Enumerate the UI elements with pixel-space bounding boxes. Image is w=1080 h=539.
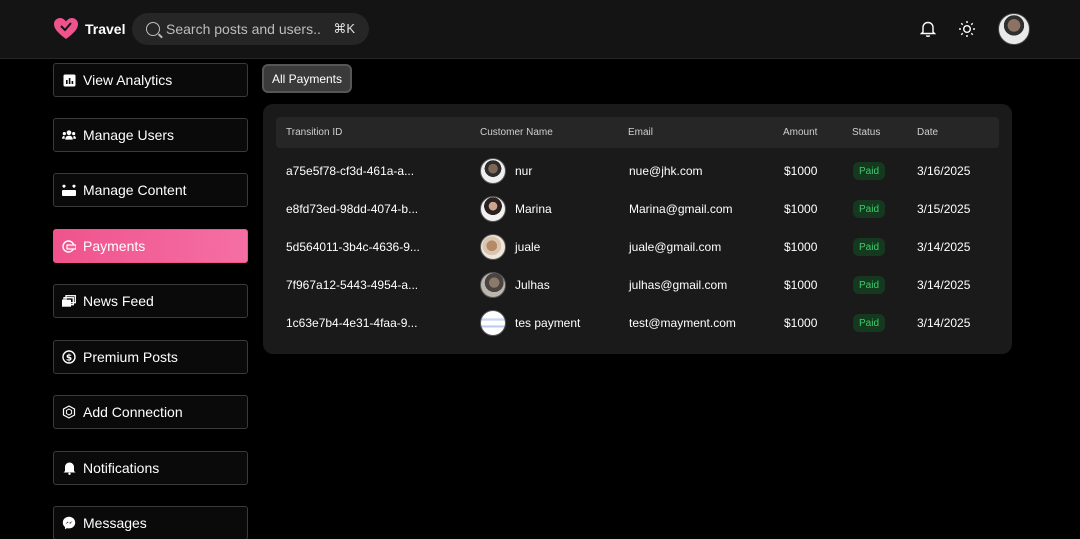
payment-date: 3/14/2025 bbox=[917, 240, 971, 254]
payment-date: 3/15/2025 bbox=[917, 202, 971, 216]
svg-text:$: $ bbox=[66, 353, 72, 363]
sidebar-item-view-analytics[interactable]: View Analytics bbox=[53, 63, 248, 97]
users-icon bbox=[62, 128, 76, 142]
customer-name: Marina bbox=[515, 202, 552, 216]
heart-logo-icon bbox=[54, 18, 78, 39]
payment-date: 3/14/2025 bbox=[917, 278, 971, 292]
column-header: Amount bbox=[783, 127, 818, 138]
customer-avatar bbox=[480, 272, 506, 298]
brand-logo[interactable]: Travel bbox=[53, 17, 125, 41]
amount: $1000 bbox=[784, 240, 818, 254]
payment-date: 3/16/2025 bbox=[917, 164, 971, 178]
column-header: Date bbox=[917, 127, 939, 138]
sidebar-item-notifications[interactable]: Notifications bbox=[53, 451, 248, 485]
status-badge: Paid bbox=[853, 162, 885, 180]
dollar-icon: $ bbox=[62, 350, 76, 364]
customer-avatar bbox=[480, 158, 506, 184]
sidebar-item-label: Manage Content bbox=[83, 182, 187, 198]
sidebar-item-label: News Feed bbox=[83, 293, 154, 309]
customer-name: Julhas bbox=[515, 278, 550, 292]
status-badge: Paid bbox=[853, 276, 885, 294]
search-bar[interactable]: ⌘K bbox=[132, 13, 369, 45]
transaction-id: 5d564011-3b4c-4636-9... bbox=[286, 240, 420, 254]
payments-table: Transition ID Customer Name Email Amount… bbox=[263, 104, 1012, 354]
sidebar-item-label: Payments bbox=[83, 238, 146, 254]
sidebar-item-add-connection[interactable]: Add Connection bbox=[53, 395, 248, 429]
amount: $1000 bbox=[784, 316, 818, 330]
table-row[interactable]: a75e5f78-cf3d-461a-a... nur nue@jhk.com … bbox=[263, 152, 1012, 190]
sun-icon[interactable] bbox=[958, 20, 976, 38]
column-header: Email bbox=[628, 127, 654, 138]
sidebar-item-payments[interactable]: Payments bbox=[53, 229, 248, 263]
sidebar-item-label: Premium Posts bbox=[83, 349, 178, 365]
sidebar-item-premium-posts[interactable]: $ Premium Posts bbox=[53, 340, 248, 374]
customer-email: nue@jhk.com bbox=[629, 164, 703, 178]
search-icon bbox=[146, 22, 160, 36]
customer-name: tes payment bbox=[515, 316, 581, 330]
amount: $1000 bbox=[784, 164, 818, 178]
customer-name: juale bbox=[515, 240, 541, 254]
table-row[interactable]: 5d564011-3b4c-4636-9... juale juale@gmai… bbox=[263, 228, 1012, 266]
table-row[interactable]: 7f967a12-5443-4954-a... Julhas julhas@gm… bbox=[263, 266, 1012, 304]
status-badge: Paid bbox=[853, 314, 885, 332]
content-icon bbox=[62, 183, 76, 197]
transaction-id: a75e5f78-cf3d-461a-a... bbox=[286, 164, 415, 178]
column-header: Transition ID bbox=[286, 127, 343, 138]
customer-avatar bbox=[480, 196, 506, 222]
customer-email: test@mayment.com bbox=[629, 316, 736, 330]
user-avatar[interactable] bbox=[998, 13, 1030, 45]
bell-icon bbox=[62, 461, 76, 475]
table-row[interactable]: 1c63e7b4-4e31-4faa-9... tes payment test… bbox=[263, 304, 1012, 342]
amount: $1000 bbox=[784, 202, 818, 216]
payment-date: 3/14/2025 bbox=[917, 316, 971, 330]
column-header: Customer Name bbox=[480, 127, 553, 138]
transaction-id: e8fd73ed-98dd-4074-b... bbox=[286, 202, 419, 216]
sidebar-item-manage-content[interactable]: Manage Content bbox=[53, 173, 248, 207]
status-badge: Paid bbox=[853, 238, 885, 256]
sidebar-item-news-feed[interactable]: News Feed bbox=[53, 284, 248, 318]
table-row[interactable]: e8fd73ed-98dd-4074-b... Marina Marina@gm… bbox=[263, 190, 1012, 228]
news-icon bbox=[62, 294, 76, 308]
column-header: Status bbox=[852, 127, 881, 138]
sidebar-item-label: View Analytics bbox=[83, 72, 173, 88]
search-shortcut-hint: ⌘K bbox=[333, 21, 355, 36]
customer-avatar bbox=[480, 234, 506, 260]
customer-email: Marina@gmail.com bbox=[629, 202, 733, 216]
messenger-icon bbox=[62, 516, 76, 530]
sidebar-item-label: Manage Users bbox=[83, 127, 175, 143]
customer-avatar bbox=[480, 310, 506, 336]
sidebar-item-manage-users[interactable]: Manage Users bbox=[53, 118, 248, 152]
search-input[interactable] bbox=[166, 21, 326, 37]
sidebar-item-messages[interactable]: Messages bbox=[53, 506, 248, 539]
tab-all-payments[interactable]: All Payments bbox=[262, 64, 352, 93]
bell-icon[interactable] bbox=[920, 20, 936, 38]
payment-icon bbox=[62, 239, 76, 253]
hexagon-icon bbox=[62, 405, 76, 419]
chart-icon bbox=[62, 73, 76, 87]
transaction-id: 1c63e7b4-4e31-4faa-9... bbox=[286, 316, 418, 330]
sidebar-item-label: Notifications bbox=[83, 460, 160, 476]
top-header: Travel ⌘K bbox=[0, 0, 1080, 59]
brand-name: Travel bbox=[85, 21, 126, 37]
status-badge: Paid bbox=[853, 200, 885, 218]
customer-email: julhas@gmail.com bbox=[629, 278, 728, 292]
customer-name: nur bbox=[515, 164, 533, 178]
amount: $1000 bbox=[784, 278, 818, 292]
sidebar-item-label: Messages bbox=[83, 515, 147, 531]
table-header: Transition ID Customer Name Email Amount… bbox=[276, 117, 999, 148]
transaction-id: 7f967a12-5443-4954-a... bbox=[286, 278, 419, 292]
sidebar-item-label: Add Connection bbox=[83, 404, 183, 420]
customer-email: juale@gmail.com bbox=[629, 240, 722, 254]
